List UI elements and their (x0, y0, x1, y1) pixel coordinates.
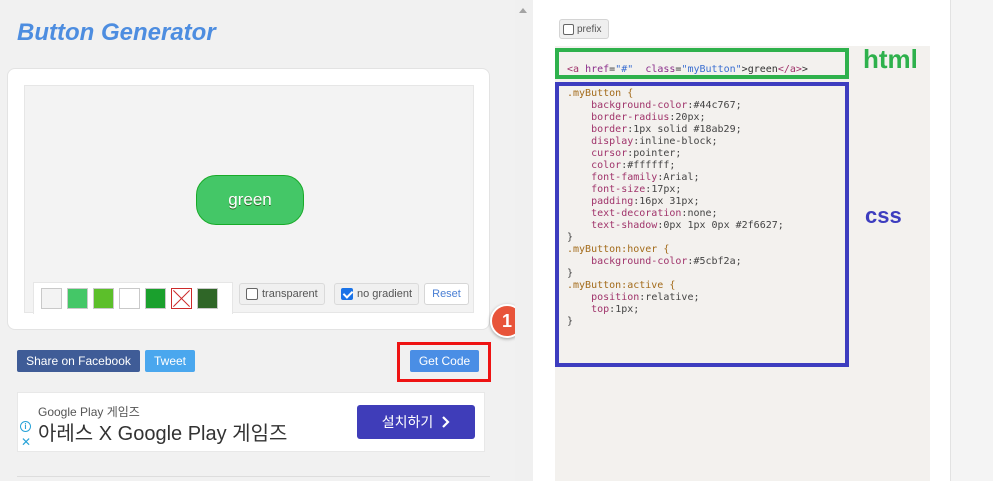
transparent-toggle[interactable]: transparent (239, 283, 325, 305)
prefix-label: prefix (577, 23, 602, 35)
no-gradient-toggle[interactable]: no gradient (334, 283, 420, 305)
chevron-right-icon (442, 416, 450, 428)
swatch-lime[interactable] (93, 288, 114, 309)
prefix-toggle[interactable]: prefix (559, 19, 609, 39)
no-gradient-label: no gradient (357, 288, 413, 300)
divider (17, 476, 490, 480)
scroll-up-arrow-icon[interactable] (519, 8, 527, 13)
generator-panel: Button Generator green transparent no gr… (0, 0, 524, 481)
get-code-button[interactable]: Get Code (410, 350, 479, 372)
scrollbar[interactable] (515, 0, 533, 481)
right-gutter (950, 0, 993, 481)
ad-install-button[interactable]: 설치하기 (357, 405, 475, 439)
code-panel: prefix <a href="#" class="myButton">gree… (533, 0, 950, 481)
ad-install-label: 설치하기 (381, 414, 434, 430)
swatch-green[interactable] (67, 288, 88, 309)
tweet-button[interactable]: Tweet (145, 350, 195, 372)
swatch-none[interactable] (171, 288, 192, 309)
preview-area: green (24, 85, 474, 314)
swatch-dark-green[interactable] (145, 288, 166, 309)
page-title: Button Generator (17, 19, 216, 46)
swatch-white[interactable] (119, 288, 140, 309)
swatch-forest[interactable] (197, 288, 218, 309)
close-icon[interactable]: ✕ (21, 435, 31, 449)
html-highlight-frame (555, 48, 849, 79)
css-highlight-frame (555, 82, 849, 367)
prefix-checkbox[interactable] (563, 23, 574, 35)
info-icon[interactable]: i (20, 421, 31, 432)
ad-headline: 아레스 X Google Play 게임즈 (38, 423, 288, 445)
html-annotation: html (863, 44, 918, 74)
share-facebook-button[interactable]: Share on Facebook (17, 350, 140, 372)
css-annotation: css (865, 203, 902, 228)
transparent-checkbox[interactable] (246, 288, 258, 300)
color-swatch-bar (33, 282, 233, 314)
no-gradient-checkbox[interactable] (341, 288, 353, 300)
transparent-label: transparent (262, 288, 318, 300)
reset-button[interactable]: Reset (424, 283, 469, 305)
ad-banner[interactable]: Google Play 게임즈 아레스 X Google Play 게임즈 i … (17, 392, 485, 452)
preview-card: green transparent no gradient Reset (7, 68, 490, 330)
preview-button[interactable]: green (196, 175, 304, 225)
swatch-light-gray[interactable] (41, 288, 62, 309)
